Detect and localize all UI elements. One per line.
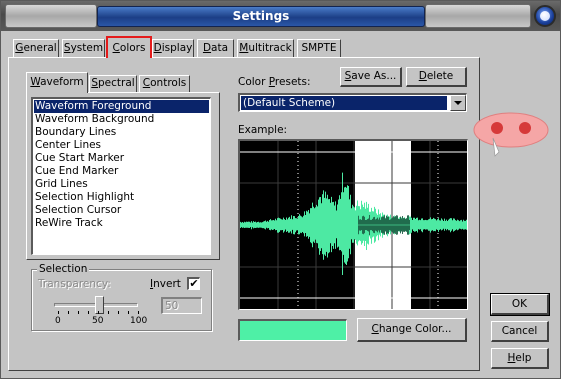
subtab-waveform-label: Waveform	[30, 76, 84, 88]
ok-label: OK	[511, 298, 528, 310]
tab-multitrack-label: Multitrack	[239, 42, 292, 54]
color-presets-value: (Default Scheme)	[241, 96, 447, 110]
tab-smpte-label: SMPTE	[301, 42, 337, 54]
title-bar-right-trim	[425, 4, 531, 28]
tab-system-label: System	[63, 42, 104, 54]
subtab-controls[interactable]: Controls	[139, 75, 190, 92]
slider-tick-label: 100	[130, 316, 148, 326]
change-color-button[interactable]: Change Color...	[357, 318, 467, 342]
help-label: Help	[507, 352, 532, 364]
list-item-waveform-foreground[interactable]: Waveform Foreground	[34, 100, 209, 113]
tab-multitrack[interactable]: Multitrack	[237, 39, 294, 57]
checkmark-icon: ✔	[189, 277, 199, 290]
save-as-label: Save As...	[344, 70, 397, 82]
title-bar[interactable]: Settings	[1, 1, 560, 31]
selection-group-label: Selection	[37, 263, 90, 275]
tab-smpte[interactable]: SMPTE	[297, 39, 341, 57]
transparency-value-field[interactable]: 50	[161, 297, 202, 314]
tab-general-label: General	[15, 42, 57, 54]
list-item-grid-lines[interactable]: Grid Lines	[34, 178, 209, 191]
tab-colors[interactable]: Colors	[106, 36, 152, 58]
ok-button[interactable]: OK	[490, 293, 550, 316]
slider-tick	[88, 311, 89, 314]
list-item-boundary-lines[interactable]: Boundary Lines	[34, 126, 209, 139]
delete-label: Delete	[418, 70, 454, 82]
subtab-waveform[interactable]: Waveform	[26, 72, 88, 93]
tab-display[interactable]: Display	[152, 39, 194, 57]
slider-tick	[138, 311, 139, 314]
pig-nose-cursor-icon	[473, 112, 549, 157]
slider-tick-label: 0	[55, 316, 61, 326]
tab-display-label: Display	[153, 42, 193, 54]
tab-system[interactable]: System	[62, 39, 105, 57]
slider-tick	[118, 311, 119, 314]
list-item-cue-start-marker[interactable]: Cue Start Marker	[34, 152, 209, 165]
list-item-selection-cursor[interactable]: Selection Cursor	[34, 204, 209, 217]
slider-tick	[108, 311, 109, 314]
slider-tick	[98, 311, 99, 314]
invert-label: Invert	[150, 278, 181, 290]
chevron-down-icon	[454, 101, 462, 105]
subtab-controls-label: Controls	[142, 77, 187, 89]
list-item-center-lines[interactable]: Center Lines	[34, 139, 209, 152]
tab-data-label: Data	[202, 42, 229, 54]
slider-tick	[58, 311, 59, 314]
change-color-label: Change Color...	[371, 323, 452, 335]
settings-window: Settings General System Colors Display D…	[0, 0, 561, 379]
slider-tick	[78, 311, 79, 314]
tab-colors-label: Colors	[112, 42, 146, 54]
example-waveform-preview	[238, 139, 468, 310]
invert-checkbox[interactable]: ✔	[187, 277, 200, 290]
tab-general[interactable]: General	[13, 39, 59, 57]
dropdown-button[interactable]	[450, 95, 466, 111]
color-element-list[interactable]: Waveform Foreground Waveform Background …	[31, 97, 211, 255]
cancel-label: Cancel	[501, 325, 538, 337]
save-as-button[interactable]: Save As...	[340, 67, 402, 87]
waveform-preview-graphic	[240, 141, 467, 309]
close-icon[interactable]	[534, 5, 556, 27]
example-label: Example:	[238, 124, 288, 136]
title-bar-left-trim	[5, 4, 97, 28]
subtab-spectral-label: Spectral	[91, 77, 135, 89]
window-title: Settings	[97, 6, 425, 27]
slider-tick	[128, 311, 129, 314]
list-item-cue-end-marker[interactable]: Cue End Marker	[34, 165, 209, 178]
color-presets-label: Color Presets:	[238, 76, 311, 88]
cancel-button[interactable]: Cancel	[491, 321, 549, 342]
list-item-waveform-background[interactable]: Waveform Background	[34, 113, 209, 126]
transparency-label: Transparency:	[38, 278, 111, 290]
help-button[interactable]: Help	[491, 348, 549, 369]
slider-tick	[68, 311, 69, 314]
delete-button[interactable]: Delete	[406, 67, 467, 87]
subtab-spectral[interactable]: Spectral	[89, 75, 137, 92]
list-item-rewire-track[interactable]: ReWire Track	[34, 217, 209, 230]
color-swatch	[238, 319, 347, 341]
color-presets-dropdown[interactable]: (Default Scheme)	[238, 93, 467, 112]
slider-tick-label: 50	[92, 316, 104, 326]
list-item-selection-highlight[interactable]: Selection Highlight	[34, 191, 209, 204]
tab-data[interactable]: Data	[197, 39, 234, 57]
transparency-slider-thumb[interactable]	[95, 296, 104, 314]
